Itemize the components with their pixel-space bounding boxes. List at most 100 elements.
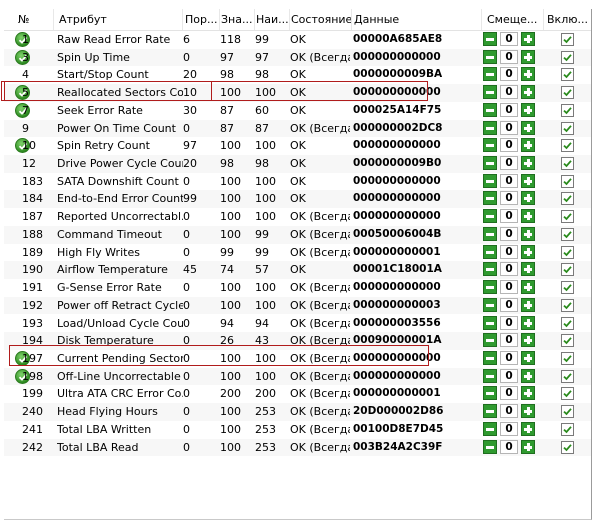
enabled-checkbox[interactable] [561, 121, 574, 135]
offset-value[interactable]: 0 [500, 173, 518, 188]
offset-value[interactable]: 0 [500, 368, 518, 383]
offset-value[interactable]: 0 [500, 280, 518, 295]
increment-button[interactable] [521, 262, 535, 277]
decrement-button[interactable] [483, 315, 497, 330]
table-row[interactable]: 194Disk Temperature02643OK (Всегда...000… [4, 332, 591, 350]
offset-value[interactable]: 0 [500, 333, 518, 348]
decrement-button[interactable] [483, 138, 497, 153]
table-row[interactable]: 189High Fly Writes09999OK (Всегда...0000… [4, 244, 591, 262]
table-row[interactable]: 183 SATA Downshift Count 0 100 100 OK 00000000… [4, 173, 591, 191]
enabled-checkbox[interactable] [561, 405, 574, 419]
column-header-attribute[interactable]: Атрибут [59, 9, 179, 30]
column-header-num[interactable]: № [18, 9, 42, 30]
increment-button[interactable] [521, 244, 535, 259]
column-header-threshold[interactable]: Пор... [185, 9, 219, 30]
increment-button[interactable] [521, 85, 535, 100]
table-row[interactable]: 191 G-Sense Error Rate 0 100 100 OK (Всегда..… [4, 279, 591, 297]
column-header-data[interactable]: Данные [354, 9, 474, 30]
offset-value[interactable]: 0 [500, 315, 518, 330]
enabled-checkbox[interactable] [561, 50, 574, 64]
offset-value[interactable]: 0 [500, 191, 518, 206]
decrement-button[interactable] [483, 120, 497, 135]
table-row[interactable]: 193 Load/Unload Cycle Cou... 0 94 94 OK (Всег… [4, 315, 591, 333]
offset-value[interactable]: 0 [500, 386, 518, 401]
table-row[interactable]: 10 Spin Retry Count 97 100 100 OK 000000000000… [4, 137, 591, 155]
decrement-button[interactable] [483, 226, 497, 241]
increment-button[interactable] [521, 32, 535, 46]
table-row[interactable]: 188Command Timeout010099OK (Всегда...000… [4, 225, 591, 244]
offset-value[interactable]: 0 [500, 67, 518, 82]
enabled-checkbox[interactable] [561, 387, 574, 401]
enabled-checkbox[interactable] [561, 139, 574, 153]
decrement-button[interactable] [483, 350, 497, 365]
offset-value[interactable]: 0 [500, 297, 518, 312]
offset-value[interactable]: 0 [500, 138, 518, 153]
increment-button[interactable] [521, 350, 535, 365]
enabled-checkbox[interactable] [561, 157, 574, 171]
offset-value[interactable]: 0 [500, 49, 518, 64]
table-row[interactable]: 199 Ultra ATA CRC Error Co... 0 200 200 OK (В… [4, 385, 591, 403]
column-header-state[interactable]: Состояние [291, 9, 351, 30]
decrement-button[interactable] [483, 156, 497, 171]
table-row[interactable]: 240 Head Flying Hours 0 100 253 OK (Всегда...… [4, 403, 591, 421]
enabled-checkbox[interactable] [561, 316, 574, 330]
table-row[interactable]: 187 Reported Uncorrectabl... 0 100 100 OK (Вс… [4, 208, 591, 226]
enabled-checkbox[interactable] [561, 174, 574, 188]
decrement-button[interactable] [483, 49, 497, 64]
offset-value[interactable]: 0 [500, 421, 518, 436]
increment-button[interactable] [521, 49, 535, 64]
increment-button[interactable] [521, 439, 535, 454]
increment-button[interactable] [521, 226, 535, 241]
offset-value[interactable]: 0 [500, 209, 518, 224]
increment-button[interactable] [521, 173, 535, 188]
table-row[interactable]: 5 Reallocated Sectors Co... 10 100 100 OK 0000… [4, 84, 591, 102]
enabled-checkbox[interactable] [561, 33, 574, 46]
enabled-checkbox[interactable] [561, 440, 574, 454]
increment-button[interactable] [521, 120, 535, 135]
decrement-button[interactable] [483, 67, 497, 82]
table-row[interactable]: 198 Off-Line Uncorrectable ... 0 100 100 OK (… [4, 367, 591, 386]
decrement-button[interactable] [483, 191, 497, 206]
increment-button[interactable] [521, 102, 535, 117]
increment-button[interactable] [521, 333, 535, 348]
increment-button[interactable] [521, 138, 535, 153]
enabled-checkbox[interactable] [561, 103, 574, 117]
offset-value[interactable]: 0 [500, 156, 518, 171]
increment-button[interactable] [521, 67, 535, 82]
table-row[interactable]: 1 Raw Read Error Rate 6 118 99 OK 00000A685AE8… [4, 31, 591, 49]
offset-value[interactable]: 0 [500, 226, 518, 241]
enabled-checkbox[interactable] [561, 281, 574, 295]
offset-value[interactable]: 0 [500, 404, 518, 419]
decrement-button[interactable] [483, 297, 497, 312]
enabled-checkbox[interactable] [561, 227, 574, 241]
table-row[interactable]: 242 Total LBA Read 0 100 253 OK (Всегда...003… [4, 438, 591, 457]
offset-value[interactable]: 0 [500, 85, 518, 100]
decrement-button[interactable] [483, 262, 497, 277]
table-row[interactable]: 12 Drive Power Cycle Count 20 98 98 OK 0000000… [4, 155, 591, 173]
offset-value[interactable]: 0 [500, 262, 518, 277]
table-row[interactable]: 241 Total LBA Written 0 100 253 OK (Всегда...… [4, 421, 591, 439]
decrement-button[interactable] [483, 32, 497, 46]
decrement-button[interactable] [483, 333, 497, 348]
decrement-button[interactable] [483, 244, 497, 259]
offset-value[interactable]: 0 [500, 244, 518, 259]
decrement-button[interactable] [483, 421, 497, 436]
table-row[interactable]: 184 End-to-End Error Count 99 100 100 OK 00000… [4, 190, 591, 209]
increment-button[interactable] [521, 368, 535, 383]
decrement-button[interactable] [483, 386, 497, 401]
offset-value[interactable]: 0 [500, 350, 518, 365]
decrement-button[interactable] [483, 209, 497, 224]
increment-button[interactable] [521, 280, 535, 295]
offset-value[interactable]: 0 [500, 32, 518, 46]
decrement-button[interactable] [483, 280, 497, 295]
table-row[interactable]: 190 Airflow Temperature 45 74 57 OK 00001C1800… [4, 261, 591, 280]
enabled-checkbox[interactable] [561, 351, 574, 365]
column-header-value[interactable]: Зна... [221, 9, 254, 30]
enabled-checkbox[interactable] [561, 369, 574, 383]
table-row[interactable]: 3Spin Up Time09797OK (Всегда...000000000… [4, 48, 591, 67]
table-row[interactable]: 4 Start/Stop Count 20 98 98 OK 0000000009BA 0 [4, 66, 591, 84]
enabled-checkbox[interactable] [561, 298, 574, 312]
column-header-offset[interactable]: Смеще... [487, 9, 541, 30]
increment-button[interactable] [521, 315, 535, 330]
enabled-checkbox[interactable] [561, 422, 574, 436]
